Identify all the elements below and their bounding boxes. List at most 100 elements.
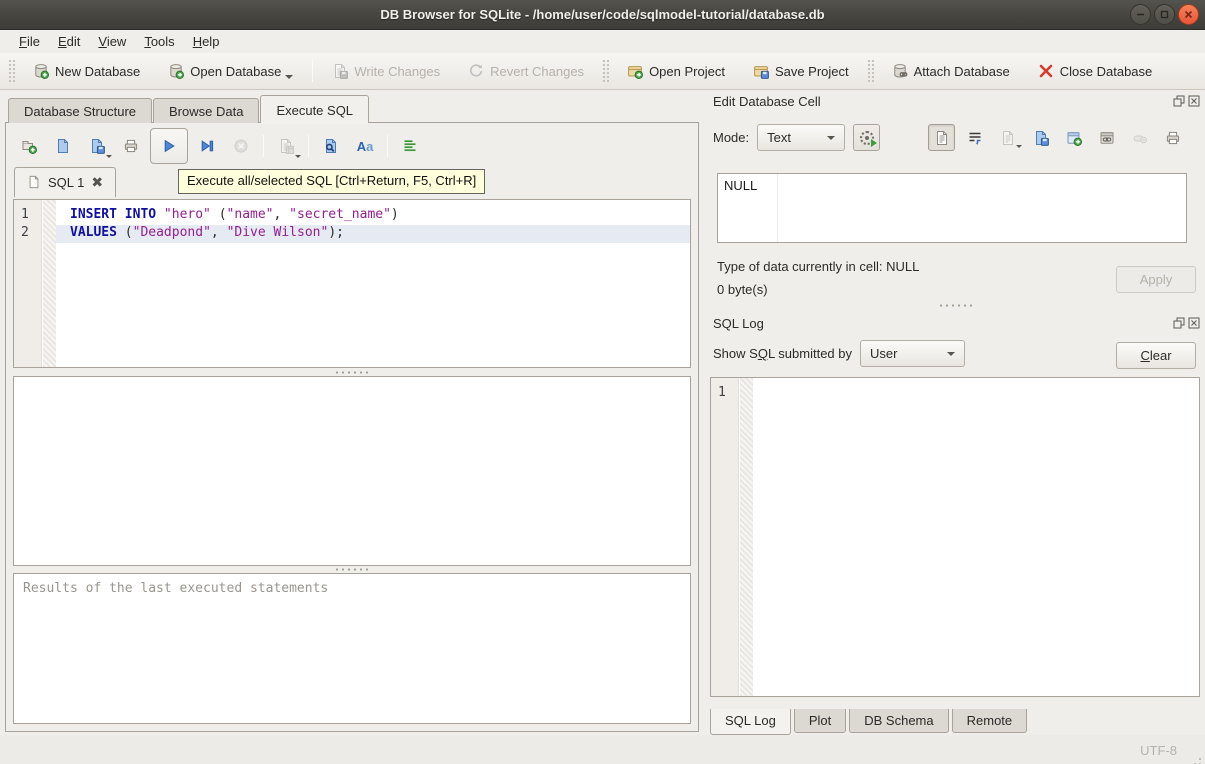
sql-code-editor[interactable]: 12 INSERT INTO "hero" ("name", "secret_n… [13,199,691,368]
export-data-button[interactable] [1060,124,1087,151]
cell-size-info: 0 byte(s) [717,282,768,297]
resize-grip[interactable] [1199,758,1201,760]
bottom-tab-db-schema[interactable]: DB Schema [849,709,948,733]
find-replace-button[interactable]: Aa [350,131,380,161]
grid-message-splitter[interactable] [13,567,691,572]
format-sql-icon [402,138,418,154]
set-as-null-icon [1132,130,1148,146]
menu-tools[interactable]: Tools [135,32,183,51]
attach-database-button[interactable]: Attach Database [883,57,1019,85]
execute-all-button[interactable] [150,128,188,164]
sql-log-dock-header: SQL Log [706,314,1205,332]
minimize-button[interactable] [1130,4,1151,25]
code-area[interactable]: INSERT INTO "hero" ("name", "secret_name… [56,200,690,367]
log-line-gutter: 1 [711,378,739,696]
menu-help[interactable]: Help [184,32,229,51]
stop-execution-button [226,131,256,161]
find-text-button[interactable] [316,131,346,161]
new-sql-tab-button[interactable] [14,131,44,161]
bottom-tab-plot[interactable]: Plot [794,709,846,733]
open-database-icon [168,63,184,79]
execute-tooltip: Execute all/selected SQL [Ctrl+Return, F… [178,169,485,194]
word-wrap-button[interactable] [961,124,988,151]
maximize-button[interactable] [1154,4,1175,25]
chevron-down-icon [827,136,835,140]
apply-cell-changes-button[interactable] [853,124,880,151]
edit-cell-title: Edit Database Cell [713,94,1173,109]
text-mode-icon [934,130,950,146]
results-grid-pane[interactable] [13,376,691,566]
mode-label: Mode: [713,130,749,145]
execute-current-line-button[interactable] [192,131,222,161]
save-project-button[interactable]: Save Project [744,57,858,85]
log-fold-margin [740,378,753,696]
bottom-tab-bar: SQL LogPlotDB SchemaRemote [710,709,1030,735]
editor-results-splitter[interactable] [13,370,691,375]
float-dock-icon[interactable] [1173,95,1185,107]
tab-execute-sql[interactable]: Execute SQL [260,95,369,123]
cell-value-text: NULL [718,174,778,242]
save-results-icon [278,138,294,154]
revert-changes-button: Revert Changes [459,57,593,85]
toolbar-separator [387,135,388,157]
bottom-tab-sql-log[interactable]: SQL Log [710,709,791,735]
close-dock-icon[interactable] [1188,95,1200,107]
save-results-button [271,131,301,161]
word-wrap-icon [967,130,983,146]
save-sql-file-button[interactable] [82,131,112,161]
save-as-file-button[interactable] [1027,124,1054,151]
set-as-null-button [1126,124,1153,151]
apply-button: Apply [1116,266,1196,293]
menu-edit[interactable]: Edit [49,32,89,51]
close-icon [1183,9,1194,20]
print-cell-button[interactable] [1159,124,1186,151]
menu-file[interactable]: File [10,32,49,51]
float-dock-icon[interactable] [1173,317,1185,329]
attach-database-icon [892,63,908,79]
execute-current-line-icon [199,138,215,154]
log-filter-label: Show SQL submitted by [713,346,852,361]
dock-splitter[interactable] [706,302,1205,308]
chevron-down-icon[interactable] [285,75,293,79]
cell-mode-row: Mode: Text [713,124,1198,151]
open-sql-file-button[interactable] [48,131,78,161]
close-button[interactable] [1178,4,1199,25]
log-filter-combobox[interactable]: User [860,340,965,367]
tab-browse-data[interactable]: Browse Data [153,98,259,123]
open-database-button[interactable]: Open Database [159,57,302,85]
sql-log-view[interactable]: 1 [710,377,1200,697]
execute-all-icon [161,138,177,154]
format-sql-button[interactable] [395,131,425,161]
export-data-icon [1066,130,1082,146]
mode-combobox[interactable]: Text [757,124,845,151]
clear-log-button[interactable]: Clear [1116,342,1196,369]
toolbar-separator [312,60,313,82]
close-dock-icon[interactable] [1188,317,1200,329]
bottom-tab-remote[interactable]: Remote [952,709,1028,733]
tab-database-structure[interactable]: Database Structure [8,98,152,123]
text-mode-button[interactable] [928,124,955,151]
new-database-button[interactable]: New Database [24,57,149,85]
sql-document-icon [27,175,41,189]
close-tab-icon[interactable]: ✖ [91,175,103,189]
revert-changes-icon [468,63,484,79]
edit-cell-dock-header: Edit Database Cell [706,92,1205,110]
open-in-external-button[interactable] [1093,124,1120,151]
minimize-icon [1135,9,1146,20]
print-sql-button[interactable] [116,131,146,161]
open-sql-file-icon [55,138,71,154]
results-message-pane[interactable]: Results of the last executed statements [13,573,691,724]
close-database-button[interactable]: Close Database [1029,57,1162,85]
sql-log-title: SQL Log [713,316,1173,331]
open-project-button[interactable]: Open Project [618,57,734,85]
menu-view[interactable]: View [89,32,135,51]
log-line-number: 1 [711,385,738,403]
toolbar-drag-handle [602,59,609,83]
line-number: 1 [14,207,41,225]
cell-toolbar [853,124,1186,151]
main-tab-bar: Database StructureBrowse DataExecute SQL [8,95,370,123]
cell-editor[interactable]: NULL [717,173,1187,243]
line-number: 2 [14,225,41,243]
mode-value: Text [767,130,791,145]
sql-tab[interactable]: SQL 1 ✖ [14,167,116,197]
